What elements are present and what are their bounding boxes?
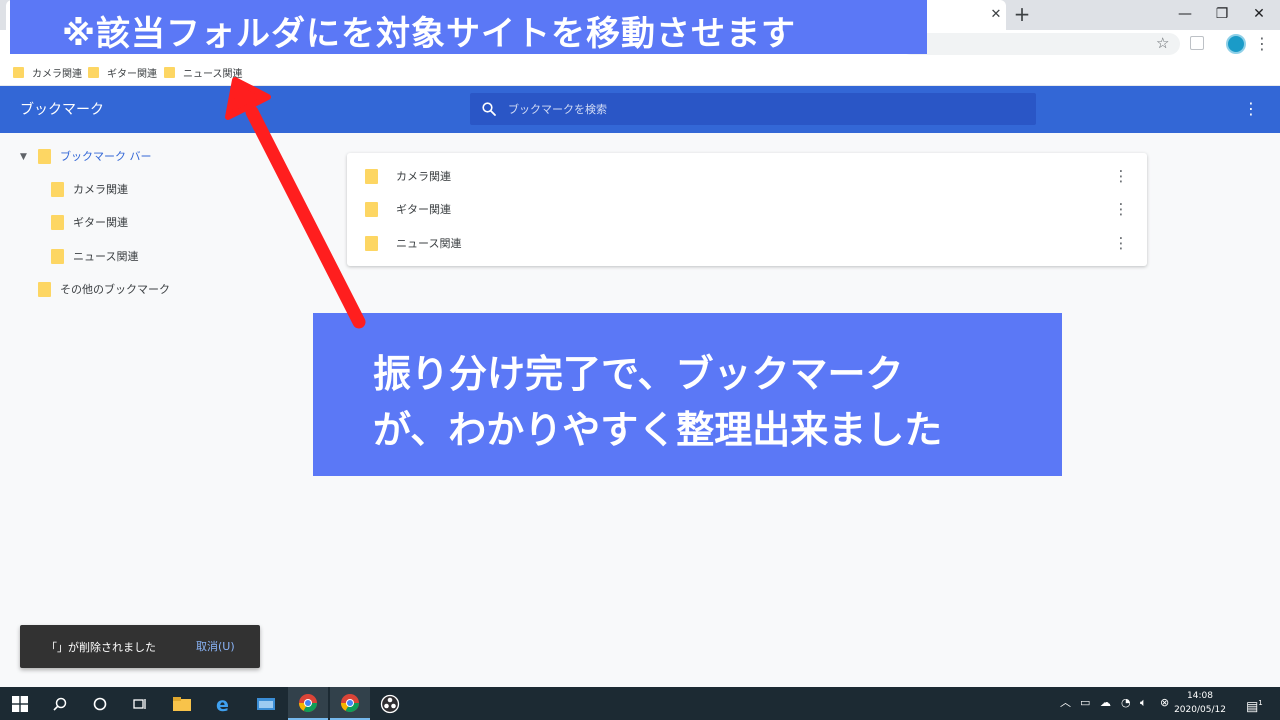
taskbar-obs[interactable]	[370, 687, 410, 720]
system-clock[interactable]: 14:08 2020/05/12	[1174, 689, 1226, 717]
bookmarks-bar-item[interactable]: ギター関連	[88, 63, 157, 81]
network-icon[interactable]: ◔	[1121, 695, 1131, 711]
list-item[interactable]: ギター関連 ⋮	[347, 192, 1147, 225]
folder-icon	[51, 214, 64, 230]
annotation-note-line: 振り分け完了で、ブックマーク	[373, 352, 904, 396]
expand-arrow-icon[interactable]: ▼	[20, 152, 27, 162]
list-item[interactable]: カメラ関連 ⋮	[347, 159, 1147, 192]
search-box[interactable]	[470, 93, 1036, 125]
chrome-menu-icon[interactable]: ⋮	[1254, 34, 1270, 54]
folder-list-card: カメラ関連 ⋮ ギター関連 ⋮ ニュース関連 ⋮	[347, 153, 1147, 266]
taskbar-chrome-2[interactable]	[330, 687, 370, 720]
annotation-banner-text: ※該当フォルダにを対象サイトを移動させます	[62, 14, 797, 54]
tray-chevron-icon[interactable]: ︿	[1060, 695, 1071, 711]
onedrive-icon[interactable]: ☁	[1100, 695, 1111, 711]
cortana-button[interactable]	[80, 687, 120, 720]
bookmarks-bar-item[interactable]: カメラ関連	[13, 63, 82, 81]
sidebar-item-guitar[interactable]: ギター関連	[51, 211, 128, 233]
folder-icon	[365, 236, 378, 251]
obs-icon	[380, 694, 400, 713]
search-icon	[482, 102, 496, 116]
tab-close-icon[interactable]: ✕	[986, 5, 1006, 25]
search-icon	[53, 697, 67, 711]
taskbar-search-button[interactable]	[40, 687, 80, 720]
taskbar: e ︿ ▭ ☁ ◔ 🔈︎ ⊗ 14:08 2020/05/12 ▤1	[0, 687, 1280, 720]
profile-avatar[interactable]	[1226, 34, 1246, 54]
clock-date: 2020/05/12	[1174, 705, 1226, 715]
folder-icon	[51, 181, 64, 197]
action-center-icon[interactable]: ▤1	[1246, 695, 1263, 715]
folder-icon	[365, 202, 378, 217]
annotation-note: 振り分け完了で、ブックマーク が、わかりやすく整理出来ました	[313, 313, 1062, 476]
task-view-icon	[133, 698, 146, 709]
snackbar-message: 「」が削除されました	[46, 641, 156, 654]
folder-icon	[88, 66, 99, 78]
edge-icon: e	[216, 694, 229, 714]
volume-icon[interactable]: 🔈︎	[1140, 695, 1147, 711]
row-menu-icon[interactable]: ⋮	[1112, 232, 1130, 254]
extension-icon[interactable]	[1190, 36, 1204, 50]
search-input[interactable]	[508, 99, 1008, 119]
bookmark-manager-header: ブックマーク ⋮	[0, 86, 1280, 133]
annotation-banner: ※該当フォルダにを対象サイトを移動させます	[10, 0, 927, 54]
sidebar-item-label: ギター関連	[73, 216, 128, 229]
sidebar-item-news[interactable]: ニュース関連	[51, 245, 138, 267]
more-options-icon[interactable]: ⋮	[1241, 98, 1261, 120]
cortana-icon	[93, 697, 107, 710]
bookmarks-bar-item-label: カメラ関連	[32, 68, 82, 80]
notification-count: 1	[1258, 699, 1263, 707]
ime-icon[interactable]: ⊗	[1160, 695, 1169, 711]
chrome-icon	[341, 693, 359, 712]
minimize-icon[interactable]: —	[1170, 3, 1200, 25]
task-view-button[interactable]	[120, 687, 160, 720]
svg-text:e: e	[216, 694, 229, 714]
sidebar-item-camera[interactable]: カメラ関連	[51, 178, 128, 200]
taskbar-edge[interactable]: e	[204, 687, 244, 720]
folder-icon	[51, 248, 64, 264]
taskbar-chrome[interactable]	[288, 687, 328, 720]
chrome-icon	[299, 693, 317, 712]
sidebar-item-label: カメラ関連	[73, 183, 128, 196]
list-item-label: ギター関連	[396, 203, 451, 216]
sidebar-item-other-bookmarks[interactable]: その他のブックマーク	[38, 278, 170, 300]
list-item[interactable]: ニュース関連 ⋮	[347, 226, 1147, 259]
new-tab-button[interactable]: +	[1011, 3, 1033, 25]
battery-icon[interactable]: ▭	[1080, 695, 1090, 711]
list-item-label: ニュース関連	[396, 237, 462, 250]
snackbar: 「」が削除されました 取消(U)	[20, 625, 260, 668]
taskbar-app[interactable]	[246, 687, 286, 720]
folder-icon	[38, 281, 51, 297]
sidebar-item-label: ブックマーク バー	[60, 150, 152, 163]
restore-icon[interactable]: ❐	[1207, 3, 1237, 25]
sidebar-item-label: ニュース関連	[73, 250, 139, 263]
bookmarks-bar-item[interactable]: ニュース関連	[164, 63, 243, 81]
row-menu-icon[interactable]: ⋮	[1112, 198, 1130, 220]
folder-icon	[164, 66, 175, 78]
star-icon[interactable]: ☆	[1156, 33, 1174, 53]
app-window-icon	[257, 697, 275, 710]
folder-icon	[38, 148, 51, 164]
sidebar-item-label: その他のブックマーク	[60, 283, 170, 296]
address-bar[interactable]	[900, 33, 1180, 55]
row-menu-icon[interactable]: ⋮	[1112, 165, 1130, 187]
start-button[interactable]	[0, 687, 40, 720]
taskbar-explorer[interactable]	[162, 687, 202, 720]
folder-icon	[13, 66, 24, 78]
bookmarks-bar-item-label: ニュース関連	[183, 68, 243, 80]
undo-button[interactable]: 取消(U)	[196, 638, 235, 654]
sidebar-item-bookmarks-bar[interactable]: ブックマーク バー	[38, 145, 152, 167]
bookmarks-bar: カメラ関連 ギター関連 ニュース関連	[0, 58, 1280, 86]
windows-logo-icon	[12, 695, 28, 712]
list-item-label: カメラ関連	[396, 170, 451, 183]
annotation-note-line: が、わかりやすく整理出来ました	[373, 408, 943, 452]
page-title: ブックマーク	[20, 102, 104, 118]
file-explorer-icon	[173, 696, 191, 711]
clock-time: 14:08	[1187, 691, 1213, 701]
close-window-icon[interactable]: ✕	[1244, 3, 1274, 25]
folder-icon	[365, 169, 378, 184]
bookmarks-bar-item-label: ギター関連	[107, 68, 157, 80]
